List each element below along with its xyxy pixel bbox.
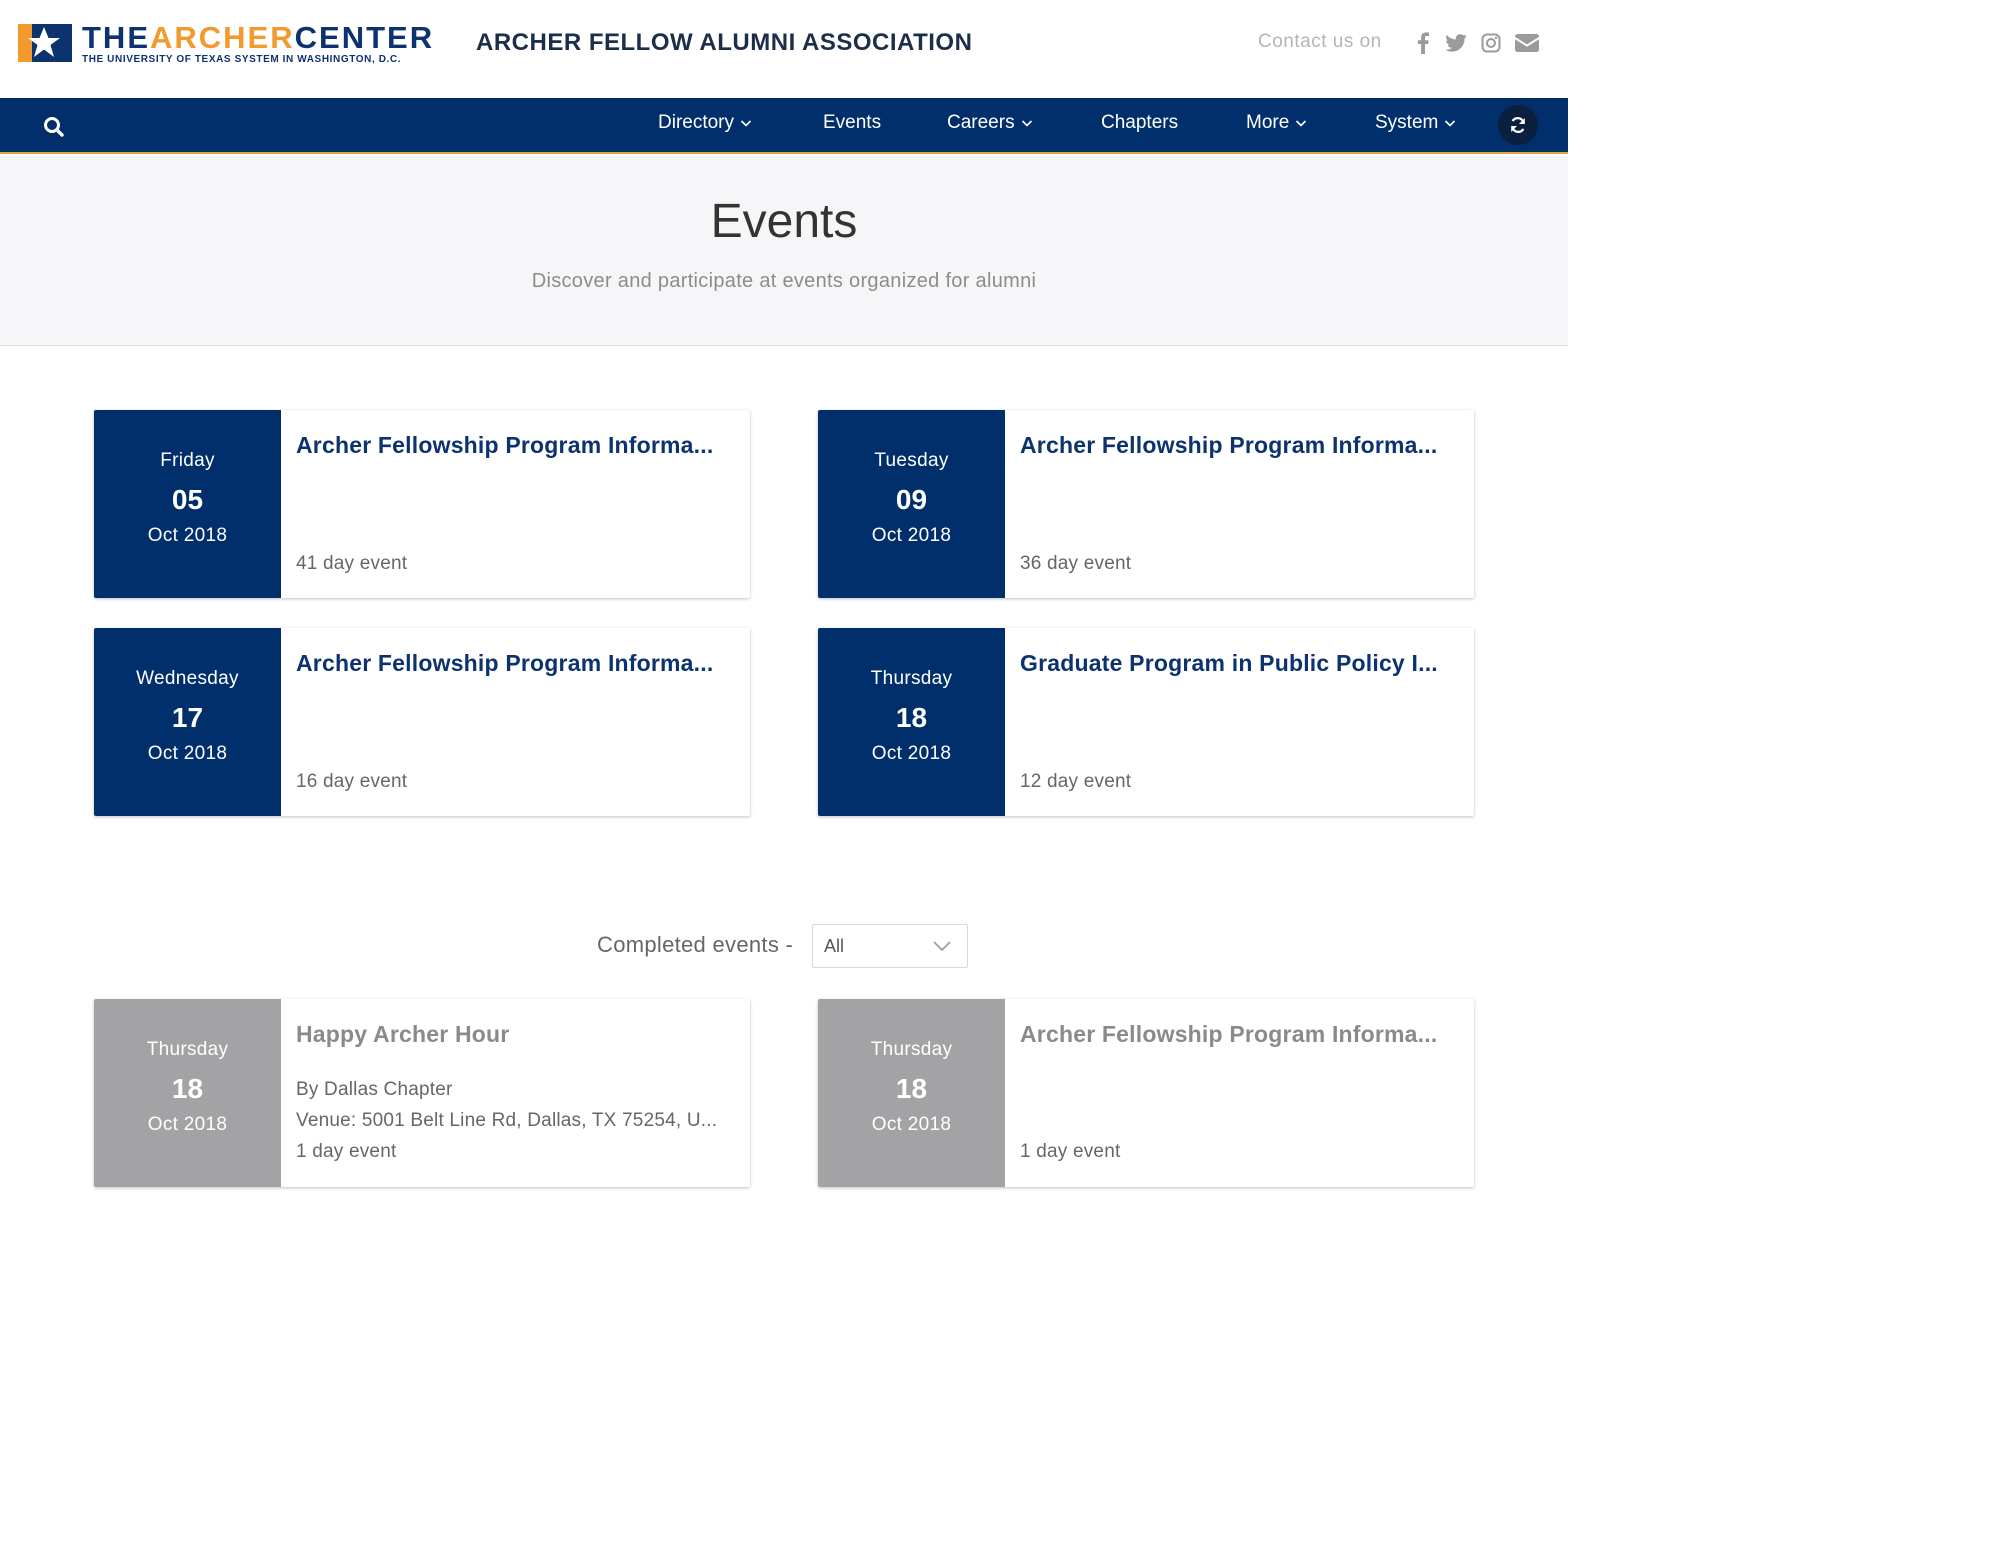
event-month: Oct 2018 bbox=[147, 1114, 228, 1135]
chevron-down-icon bbox=[1021, 120, 1032, 127]
event-weekday: Thursday bbox=[870, 668, 953, 689]
archer-center-logo[interactable]: THEARCHERCENTER THE UNIVERSITY OF TEXAS … bbox=[18, 22, 434, 65]
event-weekday: Thursday bbox=[870, 1039, 953, 1060]
star-logo-icon bbox=[18, 24, 72, 62]
contact-label: Contact us on bbox=[1258, 31, 1382, 52]
logo-word-archer: ARCHER bbox=[150, 20, 295, 55]
completed-event-card[interactable]: Thursday 18 Oct 2018 Happy Archer Hour B… bbox=[94, 999, 750, 1187]
event-organizer: By Dallas Chapter bbox=[296, 1079, 453, 1100]
events-hero: Events Discover and participate at event… bbox=[0, 156, 1568, 346]
event-duration: 12 day event bbox=[1020, 771, 1132, 792]
event-month: Oct 2018 bbox=[871, 525, 952, 546]
main-navbar: Directory Events Careers Chapters More S… bbox=[0, 98, 1568, 154]
association-title: ARCHER FELLOW ALUMNI ASSOCIATION bbox=[476, 29, 973, 56]
event-day: 18 bbox=[895, 702, 928, 733]
event-card[interactable]: Wednesday 17 Oct 2018 Archer Fellowship … bbox=[94, 628, 750, 816]
logo-word-center: CENTER bbox=[294, 20, 435, 55]
event-duration: 16 day event bbox=[296, 771, 408, 792]
site-header: THEARCHERCENTER THE UNIVERSITY OF TEXAS … bbox=[0, 0, 1568, 98]
event-duration: 41 day event bbox=[296, 553, 408, 574]
nav-system-label: System bbox=[1375, 112, 1439, 133]
event-day: 05 bbox=[171, 484, 204, 515]
event-weekday: Thursday bbox=[146, 1039, 229, 1060]
logo-subtitle: THE UNIVERSITY OF TEXAS SYSTEM IN WASHIN… bbox=[82, 54, 402, 65]
event-month: Oct 2018 bbox=[147, 743, 228, 764]
event-date-box: Thursday 18 Oct 2018 bbox=[818, 628, 1005, 816]
refresh-icon bbox=[1511, 117, 1525, 133]
event-duration: 1 day event bbox=[296, 1141, 397, 1162]
page-subtitle: Discover and participate at events organ… bbox=[531, 270, 1037, 292]
event-weekday: Wednesday bbox=[136, 668, 239, 689]
event-date-box: Tuesday 09 Oct 2018 bbox=[818, 410, 1005, 598]
event-weekday: Tuesday bbox=[874, 450, 949, 471]
nav-chapters[interactable]: Chapters bbox=[1101, 112, 1178, 134]
twitter-icon[interactable] bbox=[1444, 30, 1468, 56]
nav-more[interactable]: More bbox=[1246, 112, 1307, 134]
event-day: 09 bbox=[895, 484, 928, 515]
event-weekday: Friday bbox=[160, 450, 215, 471]
event-duration: 36 day event bbox=[1020, 553, 1132, 574]
event-month: Oct 2018 bbox=[147, 525, 228, 546]
event-title[interactable]: Archer Fellowship Program Informa... bbox=[1020, 1021, 1460, 1048]
nav-system[interactable]: System bbox=[1375, 112, 1456, 134]
nav-directory[interactable]: Directory bbox=[658, 112, 752, 134]
nav-directory-label: Directory bbox=[658, 112, 735, 133]
event-card[interactable]: Friday 05 Oct 2018 Archer Fellowship Pro… bbox=[94, 410, 750, 598]
page-title: Events bbox=[710, 195, 858, 248]
nav-more-label: More bbox=[1246, 112, 1290, 133]
event-title[interactable]: Archer Fellowship Program Informa... bbox=[296, 432, 736, 459]
event-title[interactable]: Graduate Program in Public Policy I... bbox=[1020, 650, 1460, 677]
event-date-box: Thursday 18 Oct 2018 bbox=[818, 999, 1005, 1187]
chevron-down-icon bbox=[1445, 120, 1456, 127]
event-title[interactable]: Happy Archer Hour bbox=[296, 1021, 736, 1048]
instagram-icon[interactable] bbox=[1480, 30, 1502, 56]
chevron-down-icon bbox=[933, 941, 951, 952]
completed-filter-value: All bbox=[824, 936, 845, 956]
event-month: Oct 2018 bbox=[871, 743, 952, 764]
event-date-box: Friday 05 Oct 2018 bbox=[94, 410, 281, 598]
event-date-box: Wednesday 17 Oct 2018 bbox=[94, 628, 281, 816]
nav-careers[interactable]: Careers bbox=[947, 112, 1033, 134]
facebook-icon[interactable] bbox=[1414, 30, 1432, 56]
nav-careers-label: Careers bbox=[947, 112, 1015, 133]
event-title[interactable]: Archer Fellowship Program Informa... bbox=[296, 650, 736, 677]
refresh-button[interactable] bbox=[1498, 105, 1538, 145]
event-title[interactable]: Archer Fellowship Program Informa... bbox=[1020, 432, 1460, 459]
event-duration: 1 day event bbox=[1020, 1141, 1121, 1162]
event-month: Oct 2018 bbox=[871, 1114, 952, 1135]
event-venue: Venue: 5001 Belt Line Rd, Dallas, TX 752… bbox=[296, 1110, 718, 1131]
chevron-down-icon bbox=[1296, 120, 1307, 127]
nav-events-label: Events bbox=[823, 112, 882, 133]
event-day: 18 bbox=[895, 1073, 928, 1104]
nav-chapters-label: Chapters bbox=[1101, 112, 1179, 133]
completed-event-card[interactable]: Thursday 18 Oct 2018 Archer Fellowship P… bbox=[818, 999, 1474, 1187]
event-day: 18 bbox=[171, 1073, 204, 1104]
email-icon[interactable] bbox=[1514, 30, 1540, 56]
completed-events-label: Completed events - bbox=[597, 932, 794, 957]
event-card[interactable]: Thursday 18 Oct 2018 Graduate Program in… bbox=[818, 628, 1474, 816]
logo-word-the: THE bbox=[82, 20, 150, 55]
search-icon[interactable] bbox=[42, 115, 68, 141]
event-card[interactable]: Tuesday 09 Oct 2018 Archer Fellowship Pr… bbox=[818, 410, 1474, 598]
nav-events[interactable]: Events bbox=[823, 112, 881, 134]
event-day: 17 bbox=[171, 702, 204, 733]
event-date-box: Thursday 18 Oct 2018 bbox=[94, 999, 281, 1187]
completed-events-filter[interactable]: All bbox=[812, 924, 968, 968]
chevron-down-icon bbox=[740, 120, 752, 127]
